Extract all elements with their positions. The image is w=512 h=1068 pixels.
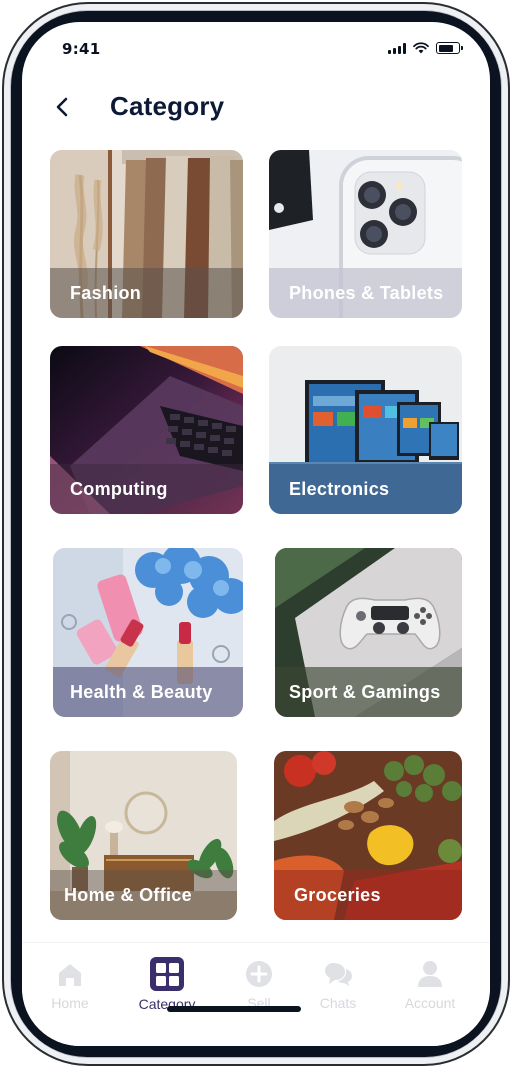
category-card-groceries[interactable]: Groceries — [274, 751, 462, 920]
signal-icon — [388, 42, 406, 54]
category-label: Health & Beauty — [70, 682, 213, 702]
category-card-sport-gamings[interactable]: Sport & Gamings — [275, 548, 462, 717]
category-card-fashion[interactable]: Fashion — [50, 150, 243, 318]
person-icon — [418, 961, 442, 987]
tab-label: Account — [404, 995, 456, 1011]
battery-icon — [436, 42, 463, 54]
tab-sell[interactable]: Sell — [219, 959, 299, 1011]
category-card-electronics[interactable]: Electronics — [269, 346, 462, 514]
plus-circle-icon — [246, 961, 272, 987]
chevron-left-icon — [56, 97, 68, 117]
tab-category[interactable]: Category — [127, 957, 207, 1012]
back-button[interactable] — [50, 94, 76, 120]
category-label: Fashion — [70, 283, 142, 303]
category-card-computing[interactable]: Computing — [50, 346, 243, 514]
wifi-icon — [413, 42, 429, 54]
category-label: Groceries — [294, 885, 381, 905]
status-time: 9:41 — [62, 40, 101, 58]
home-icon — [59, 964, 81, 986]
category-card-health-beauty[interactable]: Health & Beauty — [53, 548, 243, 717]
page-header: Category — [22, 84, 490, 132]
app-screen: 9:41 Category Fashion Phones & Tablets C… — [22, 22, 490, 1046]
category-card-phones-tablets[interactable]: Phones & Tablets — [269, 150, 462, 318]
tab-account[interactable]: Account — [390, 959, 470, 1011]
tab-label: Chats — [319, 995, 357, 1011]
category-card-home-office[interactable]: Home & Office — [50, 751, 237, 920]
category-label: Phones & Tablets — [289, 283, 444, 303]
category-label: Computing — [70, 479, 168, 499]
bottom-tab-bar: Home Category Sell Chats Account — [22, 942, 490, 1046]
category-label: Home & Office — [64, 885, 192, 905]
tab-chats[interactable]: Chats — [298, 959, 378, 1011]
chat-bubbles-icon — [325, 963, 352, 986]
page-title: Category — [110, 91, 225, 121]
home-indicator[interactable] — [167, 1006, 301, 1012]
tab-label: Home — [51, 995, 89, 1011]
tab-home[interactable]: Home — [30, 959, 110, 1011]
category-label: Electronics — [289, 479, 390, 499]
category-grid-icon — [150, 957, 184, 991]
status-icons — [388, 42, 463, 54]
category-label: Sport & Gamings — [289, 682, 441, 702]
